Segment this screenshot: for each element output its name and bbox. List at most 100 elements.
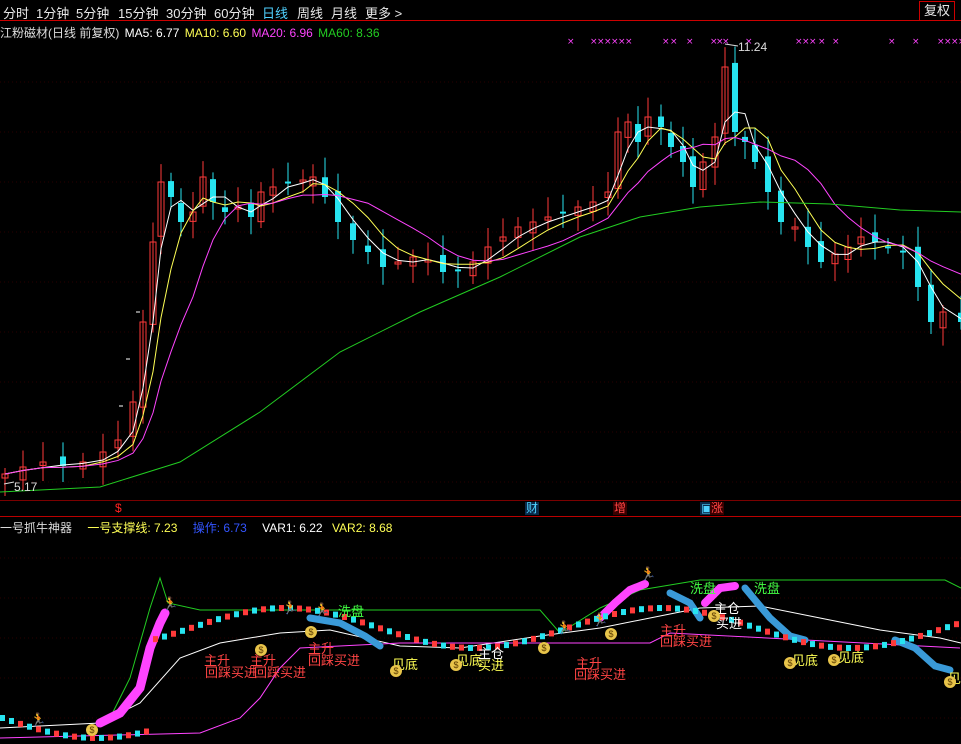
candle-body: [752, 144, 758, 162]
period-tab-15min[interactable]: 15分钟: [118, 3, 158, 22]
money-bag-icon: $: [538, 642, 550, 654]
indicator-bar: [54, 730, 59, 737]
period-tab-monthly[interactable]: 月线: [331, 3, 357, 22]
money-bag-icon: $: [390, 665, 402, 677]
indicator-bar: [270, 605, 275, 612]
runner-icon: 🏃: [282, 600, 299, 615]
indicator-bar: [774, 631, 779, 638]
indicator-bar: [171, 630, 176, 637]
indicator-bar: [639, 606, 644, 613]
indicator-bar: [252, 607, 257, 614]
indicator-bar: [126, 732, 131, 739]
indicator-bar: [918, 632, 923, 639]
indicator-bar: [81, 734, 86, 741]
mairu-signal: 买进: [478, 658, 505, 673]
finance-event-marker[interactable]: 财: [525, 502, 540, 515]
indicator-bar: [504, 642, 509, 649]
money-bag-icon: $: [784, 657, 796, 669]
period-tab-30min[interactable]: 30分钟: [166, 3, 206, 22]
indicator-bar: [198, 621, 203, 628]
money-bag-icon: $: [944, 676, 956, 688]
money-bag-icon: $: [450, 659, 462, 671]
indicator-bar: [0, 715, 5, 721]
jiandi-signal: 见底: [838, 650, 865, 665]
indicator-bar: [801, 639, 806, 646]
low-price-label: 5.17: [14, 480, 38, 494]
ma5-line: [4, 111, 961, 475]
candle-body: [285, 181, 291, 184]
period-tab-60min[interactable]: 60分钟: [214, 3, 254, 22]
huicai-signal: 回踩买进: [308, 653, 361, 668]
money-bag-icon: $: [708, 610, 720, 622]
indicator-bar: [657, 605, 662, 612]
candle-body: [900, 250, 906, 253]
indicator-bar: [783, 634, 788, 641]
period-tab-fenshi[interactable]: 分时: [3, 3, 29, 22]
indicator-bar: [540, 633, 545, 640]
period-toolbar: 分时 1分钟 5分钟 15分钟 30分钟 60分钟 日线 周线 月线 更多 > …: [0, 0, 961, 21]
limit-up-event-marker[interactable]: 涨: [710, 502, 725, 515]
indicator-bar: [180, 627, 185, 634]
limit-marker-icon: ×: [888, 37, 896, 47]
ma60-line: [0, 201, 961, 493]
candle-body: [380, 249, 386, 267]
dividend-event-marker[interactable]: $: [114, 502, 123, 515]
indicator-bar: [666, 605, 671, 612]
period-tab-1min[interactable]: 1分钟: [36, 3, 69, 22]
indicator-bar: [144, 728, 149, 735]
indicator-bar: [684, 606, 689, 613]
indicator-bar: [225, 613, 230, 620]
indicator-bar: [873, 643, 878, 650]
candle-body: [668, 132, 674, 147]
limit-marker-icon: ×: [567, 37, 575, 47]
indicator-bar: [72, 733, 77, 740]
indicator-chart[interactable]: [0, 518, 961, 744]
indicator-bar: [153, 636, 158, 643]
pane-divider: [0, 516, 961, 517]
increase-event-marker[interactable]: 增: [613, 502, 628, 515]
runner-icon: 🏃: [640, 566, 657, 581]
period-tab-5min[interactable]: 5分钟: [76, 3, 109, 22]
limit-marker-icon: ×: [809, 37, 817, 47]
high-price-label: 11.24: [738, 40, 768, 54]
runner-icon: 🏃: [30, 712, 47, 727]
indicator-bar: [612, 611, 617, 618]
limit-marker-icon: ×: [912, 37, 920, 47]
jiandi-signal: 见底: [792, 653, 819, 668]
huicai-signal: 回踩买进: [574, 667, 627, 682]
period-tab-more[interactable]: 更多 >: [365, 3, 402, 22]
indicator-bar: [450, 643, 455, 650]
indicator-bar: [207, 618, 212, 625]
candle-body: [455, 269, 461, 272]
indicator-bar: [549, 630, 554, 637]
indicator-bar: [513, 640, 518, 647]
limit-marker-icon: ×: [722, 37, 730, 47]
money-bag-icon: $: [605, 628, 617, 640]
period-tab-daily[interactable]: 日线: [262, 3, 288, 22]
fuquan-button[interactable]: 复权: [918, 1, 955, 21]
indicator-bar: [675, 605, 680, 612]
indicator-bar: [648, 605, 653, 612]
indicator-bar: [369, 622, 374, 629]
limit-marker-icon: ×: [670, 37, 678, 47]
indicator-bar: [117, 733, 122, 740]
limit-marker-icon: ×: [662, 37, 670, 47]
money-bag-icon: $: [305, 626, 317, 638]
indicator-bar: [18, 720, 23, 727]
xipan-signal: 洗盘: [690, 581, 717, 596]
indicator-bar: [378, 625, 383, 632]
indicator-bar: [261, 606, 266, 613]
money-bag-icon: $: [255, 644, 267, 656]
indicator-bar: [9, 717, 14, 724]
period-tab-weekly[interactable]: 周线: [297, 3, 323, 22]
indicator-bar: [387, 628, 392, 635]
indicator-bar: [945, 624, 950, 631]
indicator-bar: [891, 640, 896, 647]
candle-body: [680, 145, 686, 162]
indicator-bar: [882, 641, 887, 648]
indicator-bar: [306, 606, 311, 613]
indicator-bar: [621, 609, 626, 616]
indicator-bar: [576, 621, 581, 628]
candlestick-chart[interactable]: ×××××××××××××××××××××××××: [0, 22, 961, 500]
runner-icon: 🏃: [592, 612, 609, 627]
